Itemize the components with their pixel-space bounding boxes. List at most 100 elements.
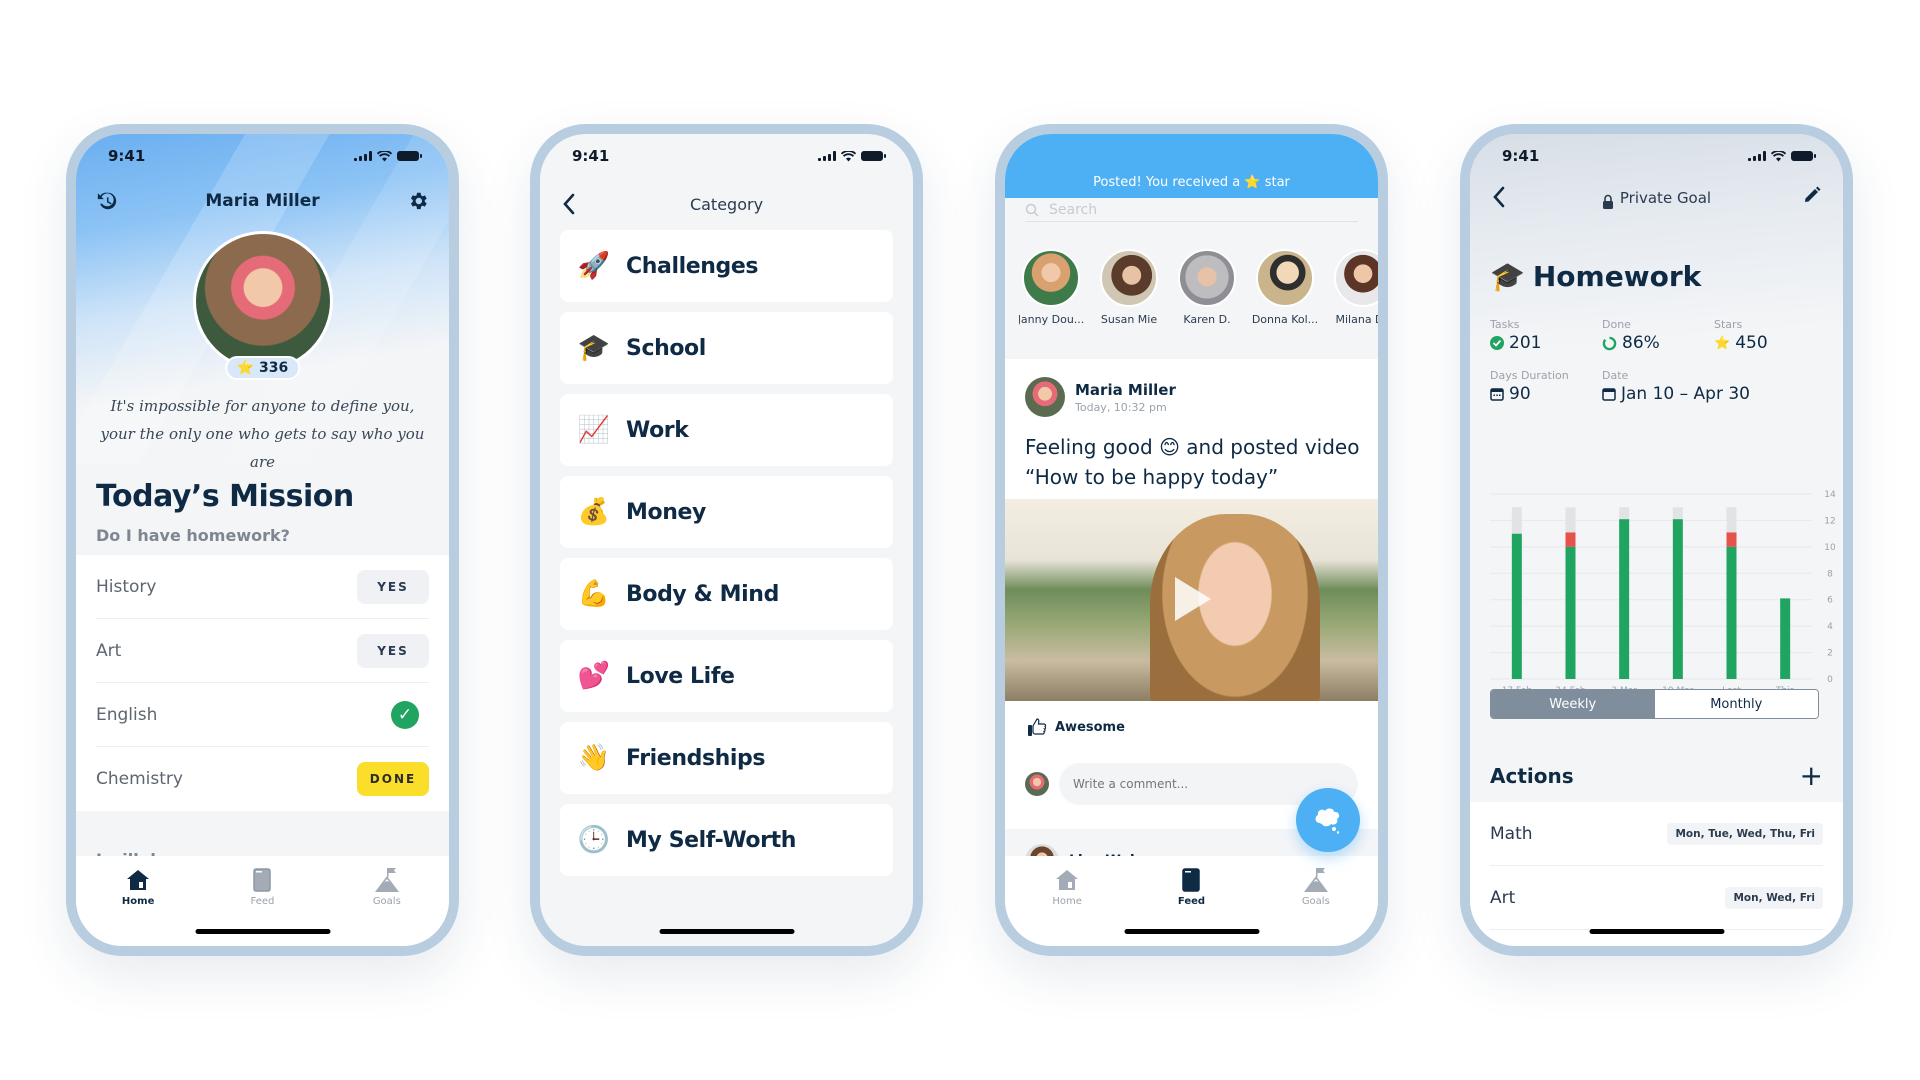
profile-avatar[interactable] (192, 231, 333, 371)
avatar[interactable] (1025, 377, 1065, 417)
graduation-cap-icon: 🎓 (577, 333, 611, 363)
search-bar[interactable]: Search (1025, 198, 1358, 222)
bar-segment-remaining (1565, 507, 1576, 533)
goal-stats: Tasks 201 Done 86% Stars ⭐ 450 Days Duration… (1490, 318, 1823, 404)
category-item-work[interactable]: 📈 Work (560, 394, 893, 466)
subject-label: History (96, 576, 157, 597)
stat-days: Days Duration 90 (1490, 369, 1602, 404)
status-time: 9:41 (108, 147, 146, 165)
story-item[interactable]: Milana Du (1331, 249, 1378, 326)
monthly-tab[interactable]: Monthly (1654, 690, 1818, 718)
reaction-label: Awesome (1055, 719, 1125, 735)
search-input[interactable]: Search (1049, 202, 1097, 218)
tab-feed[interactable]: Feed (222, 868, 302, 946)
bar-segment-done (1780, 598, 1791, 679)
stat-value: 86% (1622, 333, 1660, 353)
stat-label: Date (1602, 369, 1629, 382)
category-nav: Category (540, 184, 913, 224)
category-item-school[interactable]: 🎓 School (560, 312, 893, 384)
post-video[interactable] (1005, 499, 1378, 701)
signal-icon (354, 151, 372, 161)
stat-value: 90 (1509, 384, 1531, 404)
phone-category-screen: 9:41 Category 🚀 Challenges 🎓 School 📈 Work … (530, 124, 923, 956)
status-icons (1748, 150, 1816, 162)
new-thought-button[interactable] (1296, 788, 1360, 852)
add-action-plus-icon[interactable]: + (1800, 762, 1823, 790)
action-row-art[interactable]: Art Mon, Wed, Fri (1490, 866, 1823, 930)
waving-hand-icon: 👋 (577, 743, 611, 773)
play-icon[interactable] (1175, 577, 1211, 621)
yes-button[interactable]: YES (357, 633, 429, 668)
goal-screen: 9:41 Private Goal 🎓 Homework Tasks 201 Do… (1470, 134, 1843, 946)
status-bar: 9:41 (76, 134, 449, 178)
category-item-body-mind[interactable]: 💪 Body & Mind (560, 558, 893, 630)
tab-goals[interactable]: Goals (347, 868, 427, 946)
graduation-cap-icon: 🎓 (1490, 260, 1525, 293)
action-row-math[interactable]: Math Mon, Tue, Wed, Thu, Fri (1490, 802, 1823, 866)
goals-icon (374, 868, 399, 892)
home-indicator[interactable] (195, 929, 330, 934)
stat-label: Done (1602, 318, 1631, 331)
category-item-love-life[interactable]: 💕 Love Life (560, 640, 893, 712)
tab-label: Feed (1177, 896, 1206, 907)
post-text: Feeling good 😊 and posted video “How to … (1025, 435, 1360, 489)
tab-label: Feed (250, 896, 275, 907)
chart-increasing-icon: 📈 (577, 415, 611, 445)
category-item-money[interactable]: 💰 Money (560, 476, 893, 548)
tab-feed[interactable]: Feed (1151, 868, 1231, 946)
profile-quote: It's impossible for anyone to define you… (100, 397, 425, 471)
weekly-progress-chart: 0246810121417 Feb24 Feb3 Mar10 MarLastTh… (1490, 490, 1836, 696)
tab-home[interactable]: Home (98, 868, 178, 946)
y-tick-label: 4 (1827, 622, 1833, 632)
status-icons (354, 150, 422, 162)
y-tick-label: 8 (1827, 569, 1833, 579)
stat-label: Days Duration (1490, 369, 1569, 382)
rocket-icon: 🚀 (577, 251, 611, 281)
category-item-friendships[interactable]: 👋 Friendships (560, 722, 893, 794)
post-author[interactable]: Maria Miller (1075, 381, 1176, 399)
actions-title: Actions (1490, 764, 1574, 788)
edit-pencil-icon[interactable] (1803, 186, 1821, 204)
story-item[interactable]: Susan Mie (1097, 249, 1161, 326)
story-item[interactable]: Karen D. (1175, 249, 1239, 326)
weekly-tab[interactable]: Weekly (1491, 690, 1655, 718)
tab-label: Home (121, 896, 155, 907)
goal-title: 🎓 Homework (1490, 260, 1701, 293)
status-bar: 9:41 (540, 134, 913, 178)
action-label: Math (1490, 823, 1533, 844)
done-button[interactable]: DONE (357, 762, 429, 796)
posted-toast: Posted! You received a ⭐ star (1005, 134, 1378, 198)
tab-home[interactable]: Home (1027, 868, 1107, 946)
status-time: 9:41 (572, 147, 610, 165)
category-item-challenges[interactable]: 🚀 Challenges (560, 230, 893, 302)
story-item[interactable]: Donna Kol... (1252, 249, 1318, 326)
home-indicator[interactable] (1124, 929, 1259, 934)
home-indicator[interactable] (659, 929, 794, 934)
phone-home-screen: 9:41 Maria Miller ⭐ 336 It's impossible … (66, 124, 459, 956)
thought-bubble-icon (1315, 808, 1340, 834)
category-item-self-worth[interactable]: 🕒 My Self-Worth (560, 804, 893, 876)
history-icon[interactable] (96, 190, 118, 212)
yes-button[interactable]: YES (357, 569, 429, 604)
goals-icon (1303, 868, 1328, 892)
y-tick-label: 10 (1824, 543, 1836, 553)
category-label: Friendships (626, 745, 766, 771)
action-days: Mon, Wed, Fri (1725, 886, 1823, 909)
settings-gear-icon[interactable] (407, 190, 429, 212)
check-circle-icon[interactable]: ✓ (391, 700, 419, 729)
avatar (1022, 249, 1080, 307)
back-chevron-icon[interactable] (1492, 186, 1506, 208)
home-indicator[interactable] (1589, 929, 1724, 934)
bar-segment-done (1565, 546, 1576, 679)
y-tick-label: 14 (1824, 490, 1836, 500)
homework-row-history: History YES (96, 555, 429, 619)
category-label: Love Life (626, 663, 735, 689)
back-chevron-icon[interactable] (562, 193, 576, 215)
awesome-reaction-button[interactable]: Awesome (1027, 717, 1125, 737)
status-bar: 9:41 (1470, 134, 1843, 178)
calendar-icon (1490, 388, 1504, 401)
flexed-biceps-icon: 💪 (577, 579, 611, 609)
tab-goals[interactable]: Goals (1276, 868, 1356, 946)
story-item[interactable]: Janny Dou... (1019, 249, 1084, 326)
category-label: My Self-Worth (626, 827, 796, 853)
